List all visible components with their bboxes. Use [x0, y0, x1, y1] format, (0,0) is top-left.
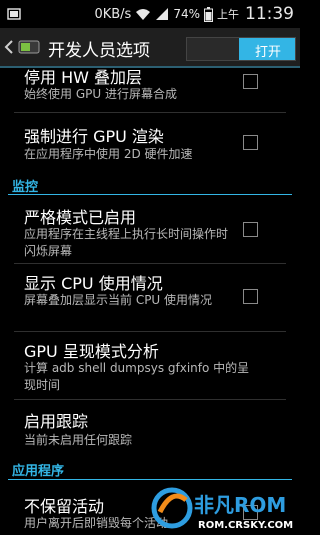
wifi-icon — [136, 9, 151, 20]
action-bar: 开发人员选项 打开 — [0, 28, 300, 68]
list-item[interactable]: 强制进行 GPU 渲染 在应用程序中使用 2D 硬件加速 — [0, 113, 300, 169]
section-divider — [8, 479, 292, 480]
battery-percent: 74% — [173, 7, 200, 21]
item-subtitle: 计算 adb shell dumpsys gfxinfo 中的呈现时间 — [24, 361, 250, 392]
item-title: 显示 CPU 使用情况 — [24, 274, 163, 293]
page-title: 开发人员选项 — [48, 41, 150, 61]
list-item[interactable]: 停用 HW 叠加层 始终使用 GPU 进行屏幕合成 — [0, 66, 300, 110]
notification-icon — [7, 8, 21, 20]
checkbox[interactable] — [243, 222, 258, 237]
rom-watermark-logo: 非凡ROM ROM.CRSKY.COM — [151, 487, 293, 531]
list-item[interactable]: 启用跟踪 当前未启用任何跟踪 — [0, 400, 300, 450]
item-subtitle: 当前未启用任何跟踪 — [24, 433, 133, 447]
watermark-brand: 非凡ROM — [194, 493, 286, 517]
master-toggle[interactable]: 打开 — [186, 37, 296, 61]
item-title: GPU 呈现模式分析 — [24, 342, 159, 361]
checkbox[interactable] — [243, 74, 258, 89]
network-speed: 0KB/s — [94, 6, 132, 22]
signal-icon — [156, 8, 169, 20]
item-title: 严格模式已启用 — [24, 208, 137, 227]
back-chevron-icon[interactable] — [4, 39, 14, 55]
status-bar: 0KB/s 74% 上午 11:39 — [0, 0, 300, 28]
list-item[interactable]: GPU 呈现模式分析 计算 adb shell dumpsys gfxinfo … — [0, 332, 300, 396]
item-title: 不保留活动 — [24, 497, 105, 516]
item-subtitle: 在应用程序中使用 2D 硬件加速 — [24, 147, 193, 161]
list-item[interactable]: 严格模式已启用 应用程序在主线程上执行长时间操作时闪烁屏幕 — [0, 196, 300, 258]
battery-icon — [204, 6, 213, 22]
checkbox[interactable] — [243, 289, 258, 304]
list-item[interactable]: 显示 CPU 使用情况 屏幕叠加层显示当前 CPU 使用情况 — [0, 264, 300, 330]
section-header-apps: 应用程序 — [12, 464, 65, 479]
section-header-monitoring: 监控 — [12, 180, 39, 195]
settings-app-icon[interactable] — [18, 37, 40, 57]
checkbox[interactable] — [243, 135, 258, 150]
clock-ampm: 上午 — [217, 8, 239, 21]
item-subtitle: 应用程序在主线程上执行长时间操作时闪烁屏幕 — [24, 227, 229, 258]
item-subtitle: 屏幕叠加层显示当前 CPU 使用情况 — [24, 293, 213, 307]
item-title: 启用跟踪 — [24, 412, 89, 431]
clock-time: 11:39 — [245, 4, 294, 24]
item-subtitle: 始终使用 GPU 进行屏幕合成 — [24, 87, 177, 101]
watermark-url: ROM.CRSKY.COM — [198, 520, 293, 531]
toggle-label: 打开 — [254, 45, 281, 60]
item-title: 停用 HW 叠加层 — [24, 68, 143, 87]
item-title: 强制进行 GPU 渲染 — [24, 127, 164, 146]
section-divider — [8, 194, 292, 195]
